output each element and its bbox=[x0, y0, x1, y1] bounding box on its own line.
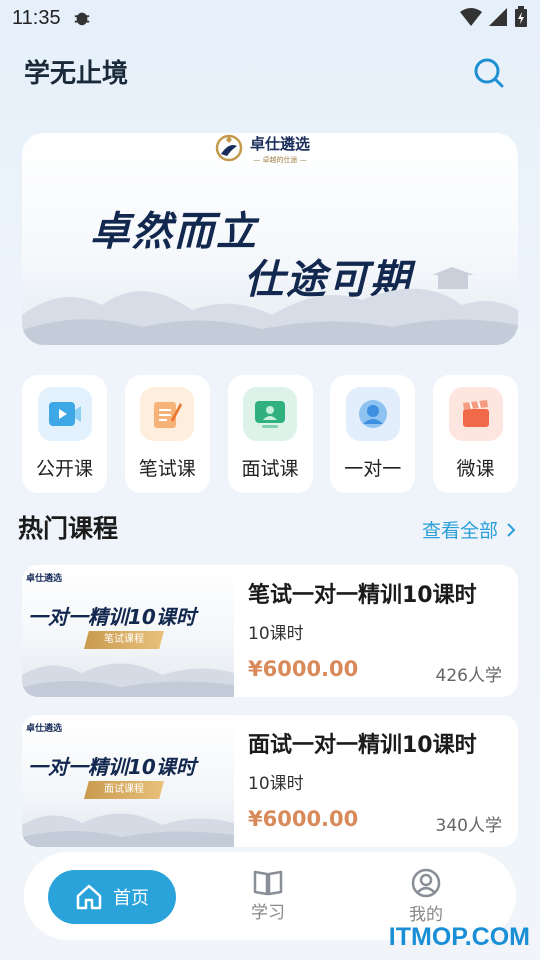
wifi-icon bbox=[460, 8, 482, 26]
course-card[interactable]: 卓仕遴选 一对一精训10课时 笔试课程 笔试一对一精训10课时 10课时 ¥60… bbox=[22, 565, 518, 697]
page-title: 学无止境 bbox=[24, 59, 129, 89]
user-avatar-icon bbox=[345, 387, 400, 441]
category-interview-course[interactable]: 面试课 bbox=[227, 375, 313, 493]
mountain-illustration bbox=[22, 267, 518, 345]
brand-logo: 卓仕遴选 — 卓越的仕途 — bbox=[214, 133, 310, 165]
course-price: ¥6000.00 bbox=[248, 807, 359, 831]
category-label: 一对一 bbox=[344, 458, 402, 480]
interview-screen-icon bbox=[243, 387, 297, 441]
tab-study[interactable]: 学习 bbox=[238, 868, 298, 923]
course-card[interactable]: 卓仕遴选 一对一精训10课时 面试课程 面试一对一精训10课时 10课时 ¥60… bbox=[22, 715, 518, 847]
tab-mine-label: 我的 bbox=[409, 905, 443, 925]
watermark: ITMOP.COM bbox=[388, 923, 530, 951]
thumb-title: 一对一精训10课时 bbox=[28, 605, 196, 629]
category-written-course[interactable]: 笔试课 bbox=[124, 375, 210, 493]
status-bar: 11:35 bbox=[0, 0, 540, 36]
course-title: 面试一对一精训10课时 bbox=[248, 733, 477, 758]
mountain-illustration bbox=[22, 813, 234, 847]
category-label: 微课 bbox=[456, 458, 495, 480]
category-public-course[interactable]: 公开课 bbox=[22, 375, 107, 493]
hot-courses-header: 热门课程 查看全部 bbox=[18, 510, 516, 550]
category-label: 笔试课 bbox=[138, 458, 196, 480]
course-enrolled-count: 426人学 bbox=[435, 666, 502, 686]
tab-home-label: 首页 bbox=[113, 888, 149, 909]
category-label: 面试课 bbox=[241, 458, 299, 480]
course-title: 笔试一对一精训10课时 bbox=[248, 583, 477, 608]
logo-subtitle: — 卓越的仕途 — bbox=[253, 156, 307, 164]
signal-icon bbox=[489, 8, 507, 26]
view-all-link[interactable]: 查看全部 bbox=[422, 516, 516, 543]
category-grid: 公开课 笔试课 面试课 一对一 微课 bbox=[22, 375, 518, 493]
logo-mark-icon bbox=[215, 134, 243, 162]
notepad-icon bbox=[140, 387, 195, 441]
mountain-illustration bbox=[22, 663, 234, 697]
chevron-right-icon bbox=[507, 522, 516, 537]
banner-slogan-1: 卓然而立 bbox=[90, 209, 258, 255]
promo-banner[interactable]: 卓仕遴选 — 卓越的仕途 — 卓然而立 仕途可期 bbox=[22, 133, 518, 345]
book-icon bbox=[253, 870, 283, 896]
view-all-label: 查看全部 bbox=[421, 520, 498, 542]
user-circle-icon bbox=[411, 868, 441, 898]
video-icon bbox=[37, 387, 92, 441]
course-lessons: 10课时 bbox=[248, 624, 304, 644]
thumb-logo: 卓仕遴选 bbox=[26, 574, 63, 584]
thumb-logo: 卓仕遴选 bbox=[26, 724, 63, 734]
battery-icon bbox=[515, 6, 527, 27]
category-micro-course[interactable]: 微课 bbox=[433, 375, 518, 493]
clapperboard-icon bbox=[448, 387, 503, 441]
course-thumbnail: 卓仕遴选 一对一精训10课时 笔试课程 bbox=[22, 565, 234, 697]
tab-home[interactable]: 首页 bbox=[48, 870, 176, 924]
search-icon[interactable] bbox=[472, 56, 506, 90]
course-enrolled-count: 340人学 bbox=[435, 816, 502, 836]
header: 学无止境 bbox=[24, 56, 516, 96]
category-one-on-one[interactable]: 一对一 bbox=[330, 375, 416, 493]
tab-study-label: 学习 bbox=[251, 903, 285, 923]
debug-bug-icon bbox=[74, 12, 89, 26]
course-price: ¥6000.00 bbox=[248, 657, 359, 681]
logo-text: 卓仕遴选 bbox=[250, 135, 311, 153]
course-lessons: 10课时 bbox=[248, 774, 304, 794]
category-label: 公开课 bbox=[35, 458, 93, 480]
tab-mine[interactable]: 我的 bbox=[396, 868, 456, 925]
status-icons bbox=[460, 6, 528, 28]
home-icon bbox=[76, 884, 102, 910]
course-thumbnail: 卓仕遴选 一对一精训10课时 面试课程 bbox=[22, 715, 234, 847]
status-time: 11:35 bbox=[12, 6, 61, 29]
thumb-title: 一对一精训10课时 bbox=[28, 755, 196, 779]
